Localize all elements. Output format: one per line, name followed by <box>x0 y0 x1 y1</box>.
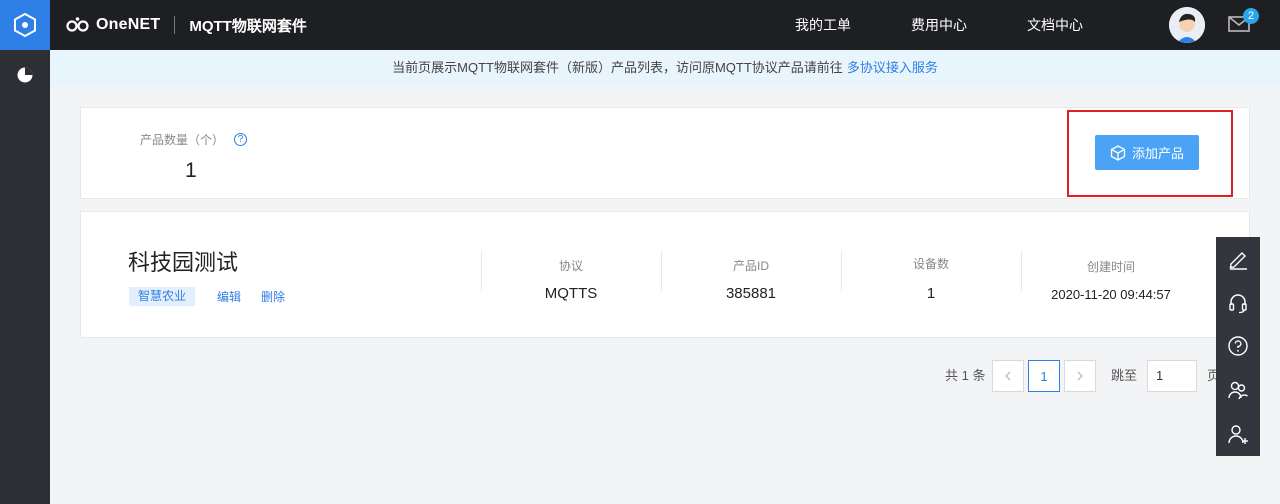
community-icon[interactable] <box>1216 368 1260 412</box>
category-tag: 智慧农业 <box>129 287 196 306</box>
protocol-label: 协议 <box>558 259 583 273</box>
top-bar: OneNET MQTT物联网套件 我的工单 费用中心 文档中心 2 <box>50 0 1280 50</box>
device-count-value: 1 <box>926 285 936 302</box>
nav-billing-center[interactable]: 费用中心 <box>911 0 967 50</box>
nav-docs-center[interactable]: 文档中心 <box>1027 0 1083 50</box>
jump-page-input[interactable]: 1 <box>1147 360 1197 392</box>
edit-icon[interactable] <box>1216 237 1260 281</box>
add-product-button[interactable]: 添加产品 <box>1095 135 1199 170</box>
logo-text[interactable]: OneNET <box>96 16 160 34</box>
cube-icon <box>1110 144 1126 161</box>
help-icon[interactable]: ? <box>234 133 248 146</box>
prev-page-button[interactable] <box>992 360 1024 392</box>
mail-badge: 2 <box>1243 8 1259 24</box>
headset-icon[interactable] <box>1216 281 1260 325</box>
product-name[interactable]: 科技园测试 <box>128 245 238 277</box>
edit-link[interactable]: 编辑 <box>217 288 241 305</box>
notice-bar: 当前页展示MQTT物联网套件（新版）产品列表，访问原MQTT协议产品请前往 多协议… <box>50 50 1280 86</box>
notice-text: 当前页展示MQTT物联网套件（新版）产品列表，访问原MQTT协议产品请前往 <box>392 60 843 75</box>
suite-title: MQTT物联网套件 <box>189 17 307 35</box>
total-count: 共 1 条 <box>945 368 986 383</box>
product-id-label: 产品ID <box>732 259 769 273</box>
brand: OneNET MQTT物联网套件 <box>66 0 307 50</box>
onenet-logo-icon[interactable] <box>66 16 92 34</box>
protocol-value: MQTTS <box>544 285 598 302</box>
created-time-value: 2020-11-20 09:44:57 <box>1051 287 1171 302</box>
brand-divider <box>174 16 176 34</box>
question-icon[interactable] <box>1216 325 1260 369</box>
next-page-button[interactable] <box>1064 360 1096 392</box>
pie-chart-icon[interactable] <box>0 50 50 100</box>
hexagon-logo-icon[interactable] <box>0 0 50 50</box>
device-count-label: 设备数 <box>912 257 949 271</box>
product-count-value: 1 <box>185 159 197 182</box>
created-time-label: 创建时间 <box>1086 260 1135 274</box>
left-sidebar <box>0 0 50 504</box>
product-count-label: 产品数量（个） ? <box>140 131 248 148</box>
add-product-label: 添加产品 <box>1131 146 1184 161</box>
right-toolbar <box>1216 237 1260 456</box>
notice-link[interactable]: 多协议接入服务 <box>847 60 938 75</box>
avatar[interactable] <box>1169 7 1205 43</box>
delete-link[interactable]: 删除 <box>261 288 285 305</box>
add-user-icon[interactable] <box>1216 412 1260 456</box>
chevron-left-icon <box>1005 371 1011 381</box>
product-id-value: 385881 <box>725 285 777 302</box>
page-1-button[interactable]: 1 <box>1028 360 1060 392</box>
nav-my-tickets[interactable]: 我的工单 <box>795 0 851 50</box>
chevron-right-icon <box>1077 371 1083 381</box>
jump-label: 跳至 <box>1111 368 1138 383</box>
